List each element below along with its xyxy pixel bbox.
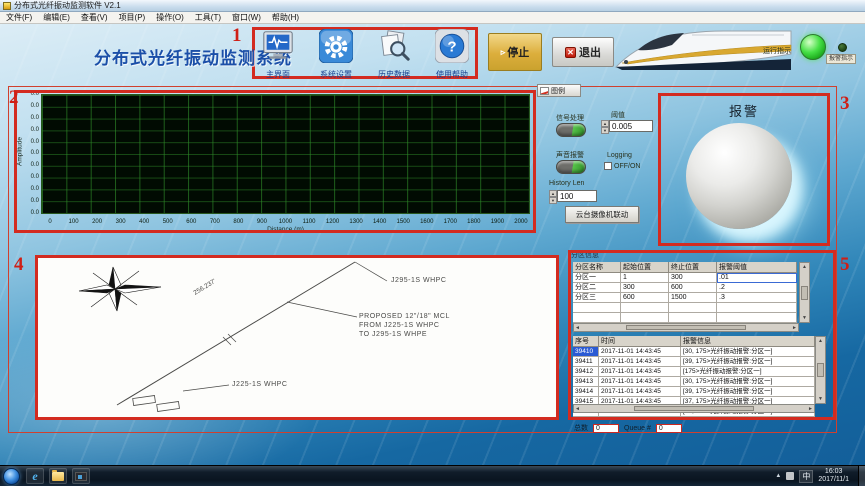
window-title: 分布式光纤振动监测软件 V2.1 bbox=[14, 0, 121, 11]
queue-value: 0 bbox=[656, 424, 682, 433]
menu-item[interactable]: 编辑(E) bbox=[43, 12, 70, 23]
menu-item[interactable]: 帮助(H) bbox=[272, 12, 299, 23]
ie-icon: e bbox=[32, 469, 37, 484]
tool-label: 使用帮助 bbox=[436, 69, 468, 80]
count-label: 总数 bbox=[574, 423, 588, 433]
queue-label: Queue # bbox=[624, 425, 651, 432]
history-search-icon bbox=[377, 29, 411, 68]
annotation-box-2 bbox=[14, 90, 536, 233]
help-icon: ? bbox=[435, 29, 469, 68]
toolbar: 主界面 系统设置 bbox=[255, 29, 475, 77]
system-tray: ▲ 中 16:03 2017/11/1 bbox=[775, 466, 865, 486]
run-led-label: 运行指示 bbox=[763, 46, 791, 56]
checkbox-icon bbox=[604, 162, 612, 170]
alarm-led-label: 报警指示 bbox=[826, 54, 856, 64]
taskbar: e ▲ 中 16:03 2017/11/1 bbox=[0, 465, 865, 486]
history-len-input[interactable]: 100 bbox=[557, 190, 597, 202]
sound-led-label: 声音报警 bbox=[556, 150, 584, 160]
menu-item[interactable]: 文件(F) bbox=[6, 12, 32, 23]
waveform-monitor-icon bbox=[261, 29, 295, 68]
camera-link-button[interactable]: 云台摄像机联动 bbox=[565, 206, 639, 223]
menu-item[interactable]: 查看(V) bbox=[81, 12, 108, 23]
annotation-number-3: 3 bbox=[840, 93, 850, 115]
menu-bar: 文件(F) 编辑(E) 查看(V) 项目(P) 操作(O) 工具(T) 窗口(W) 帮助(H) bbox=[0, 12, 865, 24]
count-value: 0 bbox=[593, 424, 619, 433]
main-screen-button[interactable]: 主界面 bbox=[255, 29, 301, 77]
signal-led-switch[interactable] bbox=[556, 123, 586, 137]
run-led bbox=[800, 34, 826, 60]
taskbar-app-button[interactable] bbox=[72, 468, 90, 484]
app-window-icon bbox=[75, 472, 87, 481]
tool-label: 主界面 bbox=[266, 69, 290, 80]
stop-arrow-icon: ▹ bbox=[501, 47, 506, 58]
tray-status-icon[interactable] bbox=[786, 472, 794, 480]
system-settings-button[interactable]: 系统设置 bbox=[313, 29, 359, 77]
history-len-control: ▲▼ 100 bbox=[549, 190, 597, 202]
annotation-box-5 bbox=[568, 250, 836, 420]
history-len-label: History Len bbox=[549, 180, 584, 187]
language-indicator[interactable]: 中 bbox=[799, 470, 813, 483]
start-button[interactable] bbox=[3, 468, 20, 485]
title-bar[interactable]: 分布式光纤振动监测软件 V2.1 bbox=[0, 0, 865, 12]
menu-item[interactable]: 操作(O) bbox=[156, 12, 184, 23]
legend-plot-icon bbox=[540, 87, 549, 95]
exit-button[interactable]: ✕ 退出 bbox=[552, 37, 614, 67]
app-icon bbox=[3, 2, 11, 10]
taskbar-clock[interactable]: 16:03 2017/11/1 bbox=[818, 468, 849, 484]
history-len-spinner[interactable]: ▲▼ bbox=[549, 190, 557, 202]
menu-item[interactable]: 项目(P) bbox=[119, 12, 146, 23]
logging-checkbox[interactable]: OFF/ON bbox=[604, 162, 640, 170]
annotation-number-2: 2 bbox=[9, 87, 19, 109]
annotation-number-1: 1 bbox=[232, 25, 242, 47]
tool-label: 系统设置 bbox=[320, 69, 352, 80]
clock-date: 2017/11/1 bbox=[818, 476, 849, 484]
annotation-box-3 bbox=[658, 93, 830, 246]
logging-label: Logging bbox=[607, 152, 632, 159]
menu-item[interactable]: 工具(T) bbox=[195, 12, 221, 23]
tray-expand-icon[interactable]: ▲ bbox=[775, 473, 781, 479]
tool-label: 历史数据 bbox=[378, 69, 410, 80]
help-button[interactable]: ? 使用帮助 bbox=[429, 29, 475, 77]
alarm-led-small bbox=[838, 43, 847, 52]
signal-led-label: 信号处理 bbox=[556, 113, 584, 123]
gear-icon bbox=[319, 29, 353, 68]
menu-item[interactable]: 窗口(W) bbox=[232, 12, 261, 23]
annotation-box-4 bbox=[35, 255, 559, 420]
svg-text:?: ? bbox=[447, 39, 456, 56]
threshold-control: ▲▼ 0.005 bbox=[601, 120, 653, 132]
taskbar-explorer-button[interactable] bbox=[49, 468, 67, 484]
history-data-button[interactable]: 历史数据 bbox=[371, 29, 417, 77]
alarm-counters: 总数 0 Queue # 0 bbox=[574, 423, 682, 433]
threshold-label: 阈值 bbox=[611, 110, 625, 120]
annotation-number-5: 5 bbox=[840, 254, 850, 276]
show-desktop-button[interactable] bbox=[858, 466, 865, 486]
stop-button[interactable]: ▹ 停止 bbox=[488, 33, 542, 71]
annotation-number-4: 4 bbox=[14, 254, 24, 276]
folder-icon bbox=[52, 472, 64, 481]
sound-led-switch[interactable] bbox=[556, 160, 586, 174]
threshold-input[interactable]: 0.005 bbox=[609, 120, 653, 132]
taskbar-ie-button[interactable]: e bbox=[26, 468, 44, 484]
threshold-spinner[interactable]: ▲▼ bbox=[601, 120, 609, 132]
app-window: 分布式光纤振动监测软件 V2.1 文件(F) 编辑(E) 查看(V) 项目(P) 操作(… bbox=[0, 0, 865, 486]
exit-x-icon: ✕ bbox=[565, 47, 576, 58]
clock-time: 16:03 bbox=[818, 468, 849, 476]
legend-button[interactable]: 图例 bbox=[537, 84, 581, 97]
